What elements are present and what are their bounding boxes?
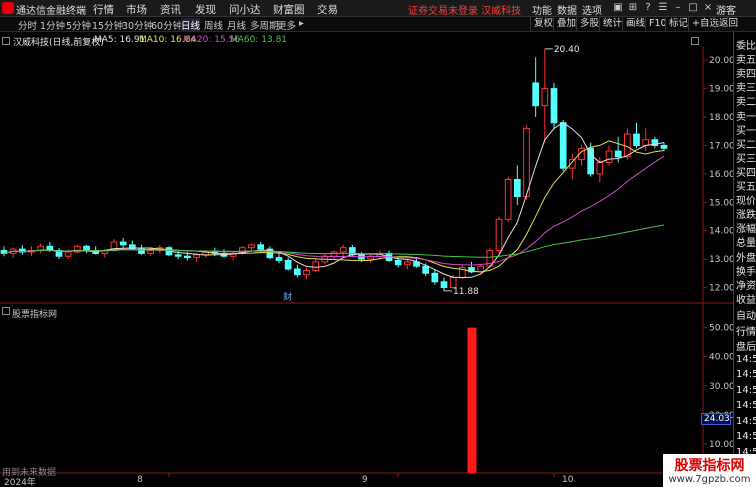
candle-down	[440, 281, 448, 288]
candle-down	[513, 179, 521, 198]
watermark-logo: 股票指标网 www.7gpzb.com	[663, 454, 756, 487]
candle-up	[605, 150, 613, 163]
trade-detail-label: 14:50	[736, 353, 756, 365]
watermark-title: 股票指标网	[674, 458, 745, 474]
candle-up	[504, 179, 512, 220]
candle-down	[550, 88, 558, 124]
candle-down	[614, 150, 622, 158]
quote-label: 买三	[736, 153, 756, 165]
y-tick-label: 12.00	[709, 283, 735, 293]
trade-detail-label: 14:50	[736, 415, 756, 427]
candle-up	[523, 127, 530, 198]
y-tick-label: 16.00	[709, 170, 735, 180]
candle-down	[183, 255, 191, 259]
quote-label: 总量	[736, 238, 756, 250]
cursor-value-label: 24.03	[701, 413, 731, 425]
indicator-title[interactable]: 股票指标网	[12, 307, 57, 320]
quote-label: 卖一	[736, 111, 756, 123]
event-marker: 财	[283, 291, 292, 303]
trade-detail-label: 盘后	[736, 342, 756, 353]
trade-detail-label: 行情	[736, 326, 756, 338]
candle-down	[293, 268, 301, 276]
candle-down	[587, 147, 595, 175]
quote-label: 委比	[736, 41, 756, 52]
axis-date-sep: 9	[362, 475, 368, 485]
trade-detail-label: 14:50	[736, 384, 756, 396]
candle-up	[330, 251, 338, 257]
candle-up	[403, 261, 411, 266]
y-tick-label: 13.00	[709, 255, 735, 265]
indicator-y-tick-label: 50.00	[709, 324, 735, 334]
ma-line-20	[3, 155, 665, 266]
quote-label: 买五	[736, 182, 756, 193]
candle-down	[660, 144, 668, 149]
axis-date-year: 2024年	[4, 478, 36, 487]
high-price-label: 20.40	[554, 45, 580, 55]
indicator-bar	[467, 327, 477, 473]
candle-down	[431, 272, 439, 283]
candle-down	[559, 122, 567, 169]
candle-up	[623, 133, 631, 158]
candle-down	[275, 257, 283, 261]
candle-down	[633, 133, 640, 146]
quote-label: 收益	[736, 294, 756, 306]
candle-up	[147, 250, 155, 254]
quote-label: 卖四	[736, 69, 756, 81]
quote-label: 涨幅	[736, 224, 756, 236]
candle-up	[193, 254, 200, 259]
candle-up	[642, 139, 650, 146]
trade-detail-label: 14:50	[736, 369, 756, 380]
candle-down	[422, 265, 430, 274]
indicator-y-tick-label: 30.00	[709, 382, 735, 392]
quote-label: 买一	[736, 125, 756, 137]
y-tick-label: 14.00	[709, 227, 735, 237]
trade-detail-label: 14:50	[736, 400, 756, 411]
candle-up	[541, 88, 549, 107]
candle-up	[312, 261, 320, 271]
candle-up	[64, 251, 72, 257]
candle-down	[284, 259, 292, 270]
candle-up	[477, 265, 485, 273]
y-tick-label: 20.00	[709, 56, 735, 66]
y-tick-label: 15.00	[709, 198, 735, 208]
candle-down	[119, 241, 127, 246]
axis-date-oct: 10	[562, 475, 574, 485]
axis-date-aug: 8	[137, 475, 143, 485]
candle-down	[532, 82, 540, 107]
candle-up	[248, 244, 255, 249]
quote-label: 换手	[736, 266, 756, 278]
quote-label: 卖二	[736, 97, 756, 109]
candle-down	[174, 254, 182, 257]
indicator-y-tick-label: 40.00	[709, 353, 735, 363]
indicator-y-tick-label: 10.00	[709, 440, 735, 450]
price-chart[interactable]: 20.00 19.00 18.00 17.00 16.00 15.00 14.00 13.00…	[0, 0, 756, 487]
quote-label: 涨跌	[736, 210, 756, 222]
candle-down	[83, 245, 90, 252]
trade-detail-label: 自动	[736, 311, 756, 322]
candle-up	[596, 161, 604, 175]
trade-detail-label: 14:50	[736, 431, 756, 442]
y-tick-label: 18.00	[709, 113, 735, 123]
quote-label: 净资	[736, 280, 756, 292]
quote-label: 现价	[736, 196, 756, 208]
candle-down	[394, 259, 402, 266]
y-tick-label: 17.00	[709, 141, 735, 151]
low-price-label: 11.88	[453, 287, 479, 297]
candle-up	[339, 247, 347, 253]
y-tick-label: 19.00	[709, 85, 735, 95]
quote-label: 买二	[736, 139, 756, 151]
quote-label: 外盘	[736, 252, 756, 264]
quote-label: 买四	[736, 167, 756, 179]
candle-up	[495, 218, 503, 252]
right-panel-divider	[733, 32, 734, 484]
candle-down	[257, 244, 265, 250]
candle-up	[303, 269, 310, 276]
quote-label: 卖五	[736, 55, 756, 67]
quote-label: 卖三	[736, 83, 756, 95]
watermark-url: www.7gpzb.com	[668, 474, 751, 485]
